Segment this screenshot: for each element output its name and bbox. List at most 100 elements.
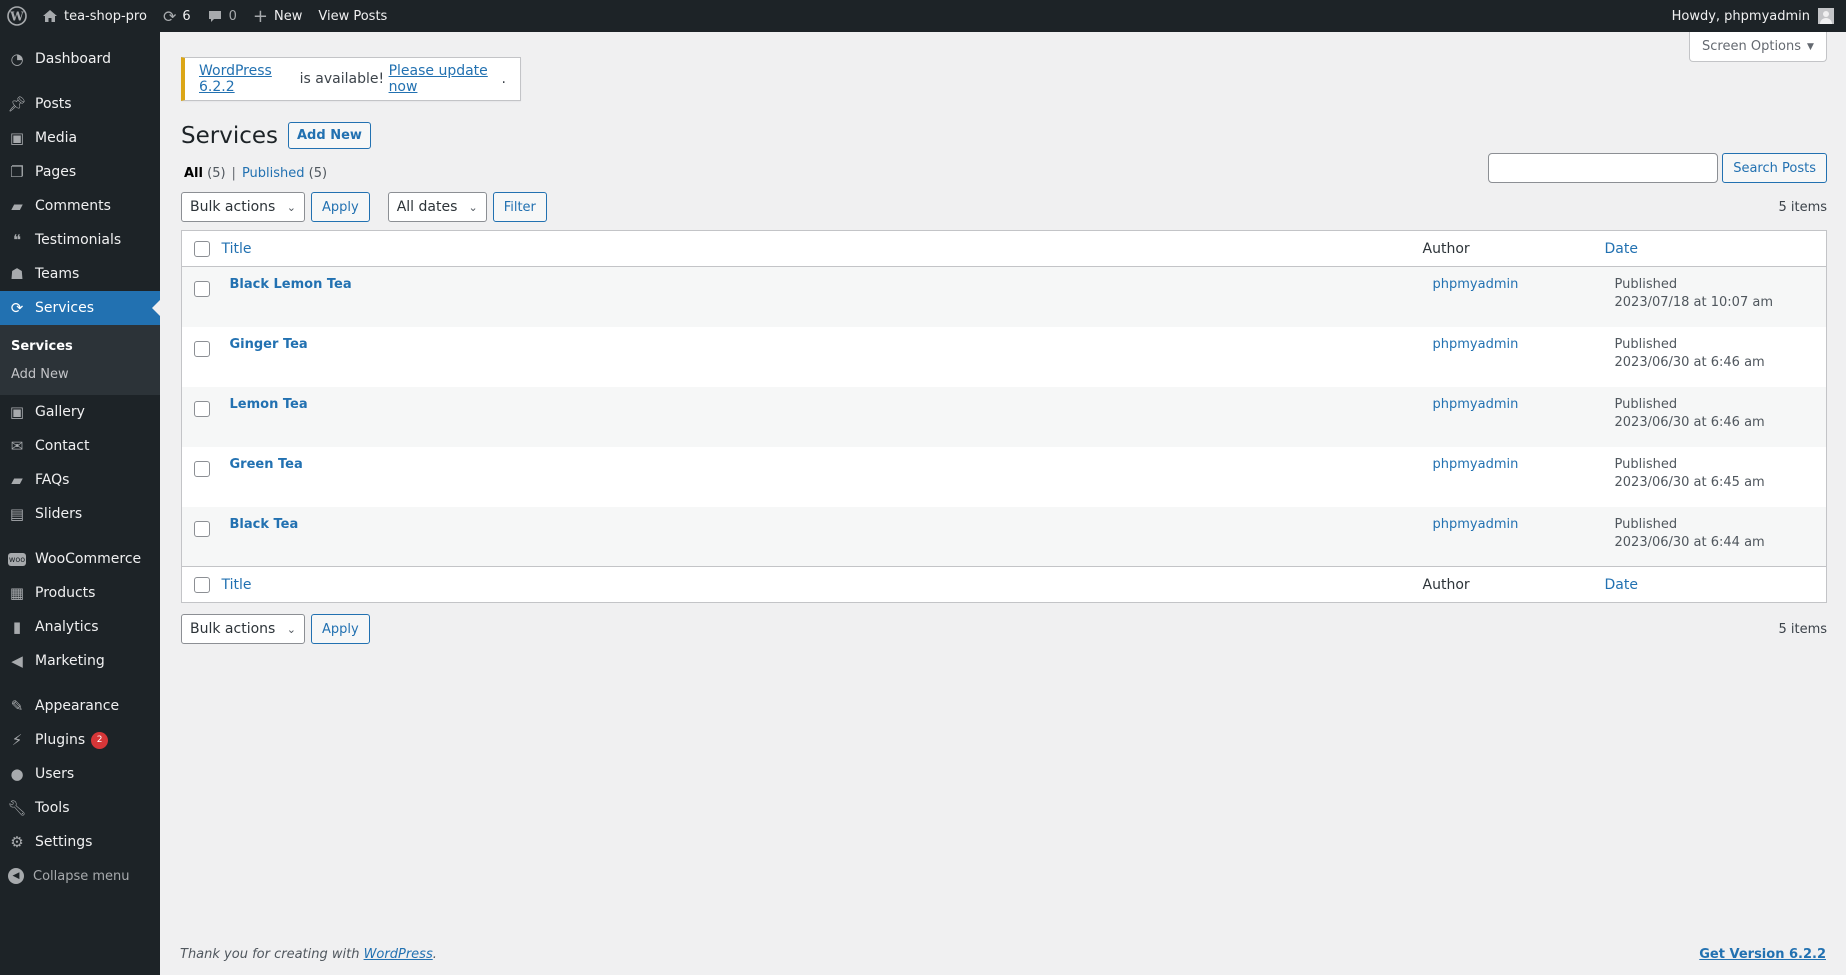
menu-contact[interactable]: ✉ Contact — [0, 429, 160, 463]
sort-title-link[interactable]: Title — [222, 241, 252, 257]
caret-down-icon: ▼ — [1807, 41, 1814, 52]
row-checkbox-cell — [182, 327, 222, 387]
menu-dashboard[interactable]: ◔ Dashboard — [0, 42, 160, 76]
sort-title-link[interactable]: Title — [222, 577, 252, 593]
menu-plugins[interactable]: ⚡ Plugins 2 — [0, 723, 160, 757]
apply-button-bottom[interactable]: Apply — [311, 614, 370, 644]
wordpress-logo-button[interactable]: W — [0, 0, 34, 32]
submenu-services[interactable]: Services — [0, 333, 160, 361]
menu-label: Teams — [35, 266, 80, 282]
footer-thanks-suffix: . — [432, 947, 437, 962]
table-row: Green Tea phpmyadmin Published 2023/06/30 a… — [182, 447, 1827, 507]
menu-faqs[interactable]: ▰ FAQs — [0, 463, 160, 497]
sort-date-link[interactable]: Date — [1605, 577, 1638, 593]
row-author-link[interactable]: phpmyadmin — [1433, 517, 1519, 532]
search-posts-button[interactable]: Search Posts — [1722, 153, 1827, 183]
comments-link[interactable]: 0 — [199, 0, 245, 32]
menu-gallery[interactable]: ▣ Gallery — [0, 395, 160, 429]
collapse-label: Collapse menu — [33, 868, 130, 884]
menu-users[interactable]: ● Users — [0, 757, 160, 791]
update-icon: ⟳ — [10, 299, 24, 317]
menu-testimonials[interactable]: ❝ Testimonials — [0, 223, 160, 257]
row-checkbox[interactable] — [194, 520, 210, 537]
row-title-link[interactable]: Lemon Tea — [230, 397, 308, 412]
search-input[interactable] — [1488, 153, 1719, 183]
row-author-link[interactable]: phpmyadmin — [1433, 277, 1519, 292]
tablenav-bottom: Bulk actions ⌄ Apply 5 items — [181, 614, 1827, 644]
collapse-arrow-icon: ◀ — [8, 868, 24, 884]
menu-woocommerce[interactable]: woo WooCommerce — [0, 542, 160, 576]
footer-wordpress-link[interactable]: WordPress — [364, 947, 433, 962]
apply-button[interactable]: Apply — [311, 192, 370, 222]
menu-label: FAQs — [35, 472, 70, 488]
select-all-checkbox-bottom[interactable] — [194, 576, 210, 593]
services-table: Title Author Date Black Lemon Tea phpmyad… — [181, 230, 1827, 603]
filter-button[interactable]: Filter — [492, 192, 547, 222]
menu-media[interactable]: ▣ Media — [0, 121, 160, 155]
menu-products[interactable]: ▦ Products — [0, 576, 160, 610]
row-title-link[interactable]: Black Tea — [230, 517, 299, 532]
menu-sliders[interactable]: ▤ Sliders — [0, 497, 160, 531]
menu-teams[interactable]: ☗ Teams — [0, 257, 160, 291]
add-new-button[interactable]: Add New — [288, 122, 371, 149]
row-title-link[interactable]: Black Lemon Tea — [230, 277, 352, 292]
row-author-cell: phpmyadmin — [1423, 267, 1605, 327]
row-checkbox[interactable] — [194, 281, 210, 297]
row-author-link[interactable]: phpmyadmin — [1433, 337, 1519, 352]
new-content-link[interactable]: + New — [245, 0, 310, 32]
select-all-checkbox[interactable] — [194, 240, 210, 257]
my-account-link[interactable]: Howdy, phpmyadmin — [1664, 0, 1846, 32]
email-icon: ✉ — [10, 437, 24, 455]
updates-icon: ⟳ — [162, 6, 177, 26]
tablenav-top: Bulk actions ⌄ Apply All dates ⌄ Filter 5 … — [181, 192, 1827, 222]
menu-analytics[interactable]: ▮ Analytics — [0, 610, 160, 644]
submenu-add-new[interactable]: Add New — [0, 361, 160, 389]
bulk-actions-value: Bulk actions — [190, 621, 276, 637]
menu-comments[interactable]: ▰ Comments — [0, 189, 160, 223]
archive-icon: ▦ — [9, 584, 25, 602]
update-now-link[interactable]: Please update now — [389, 63, 502, 95]
filter-all[interactable]: All (5) — [184, 166, 226, 181]
sort-date-link[interactable]: Date — [1605, 241, 1638, 257]
row-author-link[interactable]: phpmyadmin — [1433, 457, 1519, 472]
menu-settings[interactable]: ⚙ Settings — [0, 825, 160, 859]
filter-published[interactable]: Published (5) — [242, 166, 327, 181]
slides-icon: ▤ — [9, 505, 25, 523]
woo-icon: woo — [8, 552, 26, 566]
admin-footer: Thank you for creating with WordPress. G… — [180, 947, 1826, 962]
collapse-menu-button[interactable]: ◀ Collapse menu — [0, 859, 160, 893]
update-notice: WordPress 6.2.2 is available! Please upd… — [181, 57, 521, 101]
select-all-cell — [182, 231, 222, 267]
menu-appearance[interactable]: ✎ Appearance — [0, 689, 160, 723]
wordpress-version-link[interactable]: WordPress 6.2.2 — [199, 63, 295, 95]
dates-select[interactable]: All dates ⌄ — [387, 192, 487, 222]
updates-link[interactable]: ⟳ 6 — [155, 0, 199, 32]
column-author: Author — [1422, 240, 1470, 257]
row-title-link[interactable]: Green Tea — [230, 457, 303, 472]
row-checkbox[interactable] — [194, 460, 210, 477]
bulk-actions-select[interactable]: Bulk actions ⌄ — [181, 192, 305, 222]
user-icon: ● — [10, 765, 24, 783]
filter-separator: | — [231, 166, 236, 181]
row-checkbox[interactable] — [194, 340, 210, 357]
site-name-link[interactable]: tea-shop-pro — [34, 0, 155, 32]
bulk-actions-select-bottom[interactable]: Bulk actions ⌄ — [181, 614, 305, 644]
menu-posts[interactable]: 📌︎ Posts — [0, 87, 160, 121]
row-author-cell: phpmyadmin — [1423, 507, 1605, 567]
admin-sidebar: ◔ Dashboard 📌︎ Posts ▣ Media ❐ Pages ▰ Commen… — [0, 32, 160, 975]
row-checkbox[interactable] — [194, 400, 210, 417]
row-date: 2023/07/18 at 10:07 am — [1614, 295, 1773, 310]
view-posts-link[interactable]: View Posts — [310, 0, 395, 32]
menu-marketing[interactable]: ◀ Marketing — [0, 644, 160, 678]
screen-options-button[interactable]: Screen Options ▼ — [1689, 32, 1827, 62]
menu-tools[interactable]: 🔧︎ Tools — [0, 791, 160, 825]
comment-bubble-icon — [207, 8, 223, 24]
menu-pages[interactable]: ❐ Pages — [0, 155, 160, 189]
get-version-link[interactable]: Get Version 6.2.2 — [1699, 947, 1826, 962]
menu-services[interactable]: ⟳ Services — [0, 291, 160, 325]
items-count: 5 items — [1778, 199, 1827, 215]
row-title-link[interactable]: Ginger Tea — [230, 337, 308, 352]
site-name: tea-shop-pro — [64, 8, 147, 24]
notice-end: . — [501, 71, 506, 87]
row-author-link[interactable]: phpmyadmin — [1433, 397, 1519, 412]
